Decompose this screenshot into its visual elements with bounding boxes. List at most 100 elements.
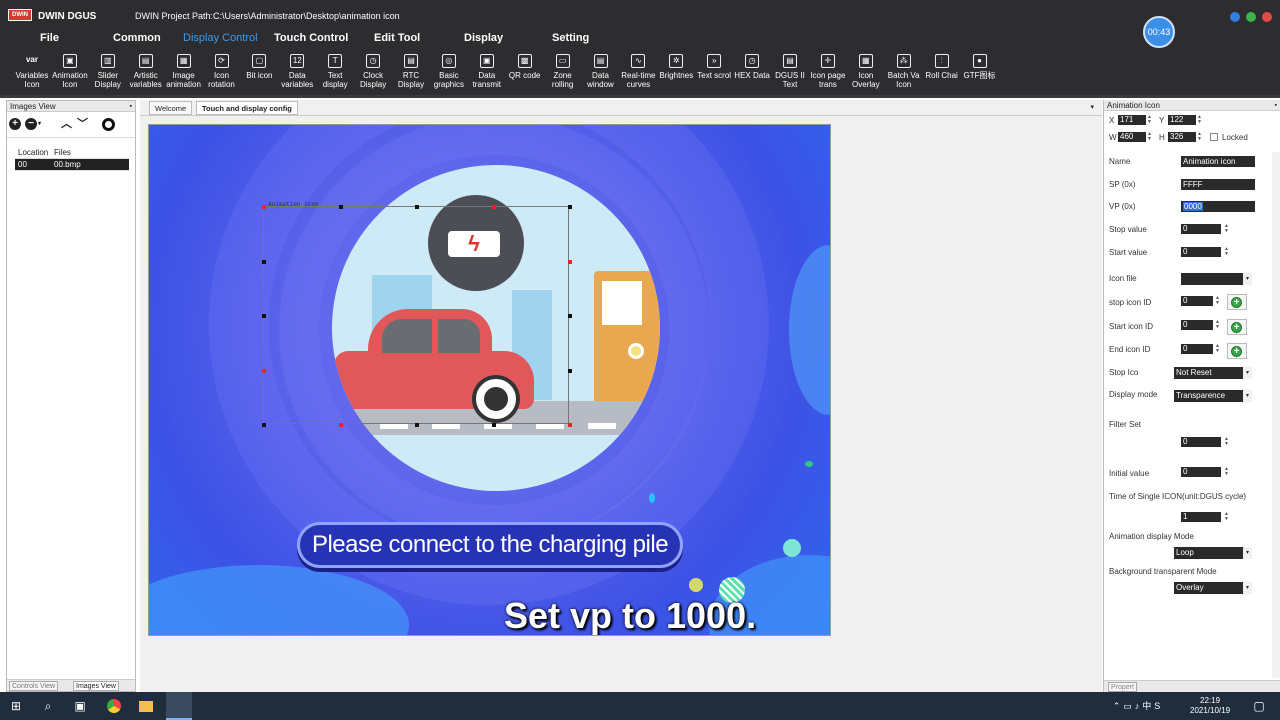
menu-file[interactable]: File bbox=[40, 32, 59, 44]
resize-handle[interactable] bbox=[338, 205, 343, 209]
properties-scrollbar[interactable] bbox=[1272, 152, 1280, 678]
name-field[interactable]: Animation icon bbox=[1181, 156, 1255, 167]
maximize-button[interactable] bbox=[1246, 12, 1256, 22]
resize-handle[interactable] bbox=[262, 368, 266, 373]
vp-field[interactable]: 0000 bbox=[1181, 201, 1255, 212]
animation-icon-selection[interactable] bbox=[262, 205, 572, 427]
file-explorer-icon[interactable] bbox=[139, 701, 153, 712]
y-stepper-icon[interactable]: ▲ ▼ bbox=[1196, 115, 1203, 125]
menu-display-control[interactable]: Display Control bbox=[183, 32, 258, 44]
pin-icon[interactable]: ▪ bbox=[130, 101, 132, 112]
menu-common[interactable]: Common bbox=[113, 32, 161, 44]
resize-handle[interactable] bbox=[491, 205, 496, 209]
stop-icon-field[interactable]: 0 bbox=[1181, 296, 1213, 306]
toolbar-button-data[interactable]: 12 Data variables bbox=[277, 52, 317, 96]
toolbar-button-brightness[interactable]: ✲ Brightnes bbox=[656, 52, 696, 96]
add-image-icon[interactable]: + bbox=[9, 118, 21, 130]
display-mode-select[interactable]: Transparence ▾ bbox=[1174, 390, 1252, 402]
stepper-icon[interactable]: ▲ ▼ bbox=[1223, 224, 1230, 234]
animation-display-mode-select[interactable]: Loop ▾ bbox=[1174, 547, 1252, 559]
stepper-icon[interactable]: ▲ ▼ bbox=[1223, 467, 1230, 477]
toolbar-button-overlay[interactable]: ▦ Icon Overlay bbox=[846, 52, 886, 96]
chrome-icon[interactable] bbox=[107, 699, 121, 713]
toolbar-button-curve[interactable]: ∿ Real-time curves bbox=[618, 52, 658, 96]
toolbar-button-roll[interactable]: ⫶ Roll Chai bbox=[922, 52, 962, 96]
resize-handle[interactable] bbox=[568, 368, 572, 373]
notification-icon[interactable]: ▢ bbox=[1252, 699, 1266, 713]
toolbar-button-artistic[interactable]: ▤ Artistic variables bbox=[126, 52, 166, 96]
resize-handle[interactable] bbox=[568, 423, 572, 427]
resize-handle[interactable] bbox=[338, 423, 343, 427]
h-field[interactable]: 326 bbox=[1168, 132, 1196, 142]
tab-images-view[interactable]: Images View bbox=[73, 681, 119, 691]
toolbar-button-image[interactable]: ▦ Image animation bbox=[164, 52, 204, 96]
toolbar-button-zone[interactable]: ▭ Zone rolling bbox=[543, 52, 583, 96]
resize-handle[interactable] bbox=[415, 205, 419, 209]
move-down-icon[interactable]: ﹀ bbox=[77, 118, 88, 130]
resize-handle[interactable] bbox=[568, 314, 572, 318]
stepper-icon[interactable]: ▲ ▼ bbox=[1223, 512, 1230, 522]
w-field[interactable]: 460 bbox=[1118, 132, 1146, 142]
resize-handle[interactable] bbox=[568, 259, 572, 264]
stepper-icon[interactable]: ▲ ▼ bbox=[1223, 437, 1230, 447]
end-icon-add-button[interactable]: + bbox=[1227, 343, 1247, 359]
y-field[interactable]: 122 bbox=[1168, 115, 1196, 125]
resize-handle[interactable] bbox=[491, 423, 496, 427]
tab-welcome[interactable]: Welcome bbox=[149, 101, 193, 115]
screen-canvas[interactable]: ϟ Animation icon Please connect to the c… bbox=[148, 124, 831, 636]
menu-display[interactable]: Display bbox=[464, 32, 503, 44]
toolbar-button-rtc[interactable]: ▤ RTC Display bbox=[391, 52, 431, 96]
x-stepper-icon[interactable]: ▲ ▼ bbox=[1146, 115, 1153, 125]
filter-set-field[interactable]: 0 bbox=[1181, 437, 1221, 447]
toolbar-button-rotation[interactable]: ⟳ Icon rotation bbox=[202, 52, 242, 96]
toolbar-button-clock[interactable]: ◷ Clock Display bbox=[353, 52, 393, 96]
tray-icons[interactable]: ⌃▭♪中S bbox=[1096, 699, 1180, 713]
background-mode-select[interactable]: Overlay ▾ bbox=[1174, 582, 1252, 594]
stop-icon-add-button[interactable]: + bbox=[1227, 294, 1247, 310]
resize-handle[interactable] bbox=[415, 423, 419, 427]
menu-touch-control[interactable]: Touch Control bbox=[274, 32, 348, 44]
toolbar-button-hex[interactable]: ◷ HEX Data bbox=[732, 52, 772, 96]
dgus-app-icon[interactable] bbox=[166, 692, 192, 720]
search-icon[interactable]: ⌕ bbox=[41, 699, 55, 713]
stepper-icon[interactable]: ▲ ▼ bbox=[1214, 344, 1221, 354]
locked-checkbox[interactable] bbox=[1210, 133, 1218, 141]
start-value-field[interactable]: 0 bbox=[1181, 247, 1221, 257]
task-view-icon[interactable]: ▣ bbox=[73, 699, 87, 713]
toolbar-button-text[interactable]: T Text display bbox=[315, 52, 355, 96]
minimize-button[interactable] bbox=[1230, 12, 1240, 22]
toolbar-button-graphics[interactable]: ◎ Basic graphics bbox=[429, 52, 469, 96]
toolbar-button-slider[interactable]: ▥ Slider Display bbox=[88, 52, 128, 96]
toolbar-button-window[interactable]: ▤ Data window bbox=[581, 52, 621, 96]
toolbar-button-batch[interactable]: ⁂ Batch Va Icon bbox=[884, 52, 924, 96]
close-button[interactable] bbox=[1262, 12, 1272, 22]
preview-eye-icon[interactable] bbox=[102, 118, 115, 131]
h-stepper-icon[interactable]: ▲ ▼ bbox=[1196, 132, 1203, 142]
toolbar-button-qr[interactable]: ▩ QR code bbox=[505, 52, 545, 96]
tab-properties[interactable]: Propert bbox=[1108, 682, 1137, 692]
w-stepper-icon[interactable]: ▲ ▼ bbox=[1146, 132, 1153, 142]
icon-file-select[interactable]: ▾ bbox=[1181, 273, 1252, 285]
start-icon-field[interactable]: 0 bbox=[1181, 320, 1213, 330]
resize-handle[interactable] bbox=[262, 423, 266, 427]
tab-touch-display-config[interactable]: Touch and display config bbox=[196, 101, 298, 115]
resize-handle[interactable] bbox=[262, 259, 266, 264]
toolbar-button-scroll[interactable]: » Text scrol bbox=[694, 52, 734, 96]
toolbar-button-var[interactable]: var Variables Icon bbox=[12, 52, 52, 96]
toolbar-button-transmit[interactable]: ▣ Data transmit bbox=[467, 52, 507, 96]
toolbar-button-page-trans[interactable]: ✛ Icon page trans bbox=[808, 52, 848, 96]
tab-dropdown-icon[interactable]: ▾ bbox=[1090, 103, 1094, 111]
stop-ico-select[interactable]: Not Reset ▾ bbox=[1174, 367, 1252, 379]
resize-handle[interactable] bbox=[262, 205, 266, 209]
resize-handle[interactable] bbox=[262, 314, 266, 318]
time-single-icon-field[interactable]: 1 bbox=[1181, 512, 1221, 522]
tab-controls-view[interactable]: Controls View bbox=[9, 681, 59, 691]
toolbar-button-dgus-text[interactable]: ▤ DGUS II Text bbox=[770, 52, 810, 96]
sp-field[interactable]: FFFF bbox=[1181, 179, 1255, 190]
recording-timer[interactable]: 00:43 bbox=[1143, 16, 1175, 48]
initial-value-field[interactable]: 0 bbox=[1181, 467, 1221, 477]
pin-icon[interactable]: ▪ bbox=[1275, 100, 1277, 111]
stop-value-field[interactable]: 0 bbox=[1181, 224, 1221, 234]
toolbar-button-gtf[interactable]: ● GTF图标 bbox=[960, 52, 1000, 96]
table-row[interactable]: 00 00.bmp bbox=[15, 159, 129, 171]
